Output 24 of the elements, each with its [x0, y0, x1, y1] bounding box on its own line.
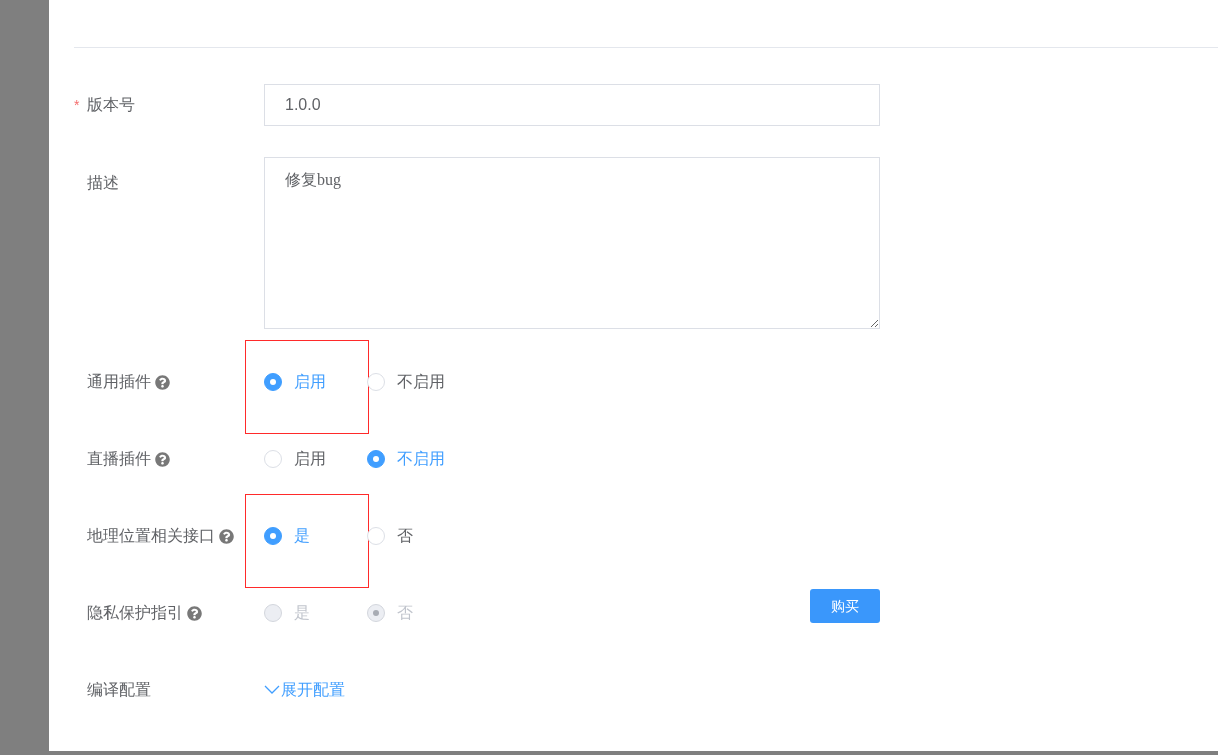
help-icon[interactable] — [155, 451, 170, 467]
field-label: 版本号 — [87, 95, 135, 115]
field-label: 描述 — [87, 173, 119, 193]
field-label: 地理位置相关接口 — [87, 526, 215, 546]
description-textarea[interactable]: 修复bug — [264, 157, 880, 329]
version-input[interactable]: 1.0.0 — [264, 84, 880, 126]
field-label: 直播插件 — [87, 449, 151, 469]
field-label: 编译配置 — [87, 680, 151, 700]
radio-label[interactable]: 不启用 — [397, 447, 445, 471]
required-asterisk: * — [74, 95, 80, 115]
radio-label[interactable]: 启用 — [294, 370, 326, 394]
radio-button[interactable] — [264, 527, 282, 545]
radio-button[interactable] — [264, 373, 282, 391]
chevron-down-icon — [264, 685, 280, 695]
radio-label[interactable]: 是 — [294, 524, 310, 548]
radio-button[interactable] — [367, 450, 385, 468]
radio-label[interactable]: 启用 — [294, 447, 326, 471]
expand-config-link[interactable]: 展开配置 — [264, 678, 345, 702]
help-icon[interactable] — [155, 374, 170, 390]
help-icon[interactable] — [219, 528, 234, 544]
radio-label[interactable]: 否 — [397, 524, 413, 548]
field-label: 隐私保护指引 — [87, 603, 183, 623]
field-label: 通用插件 — [87, 372, 151, 392]
radio-label[interactable]: 不启用 — [397, 370, 445, 394]
